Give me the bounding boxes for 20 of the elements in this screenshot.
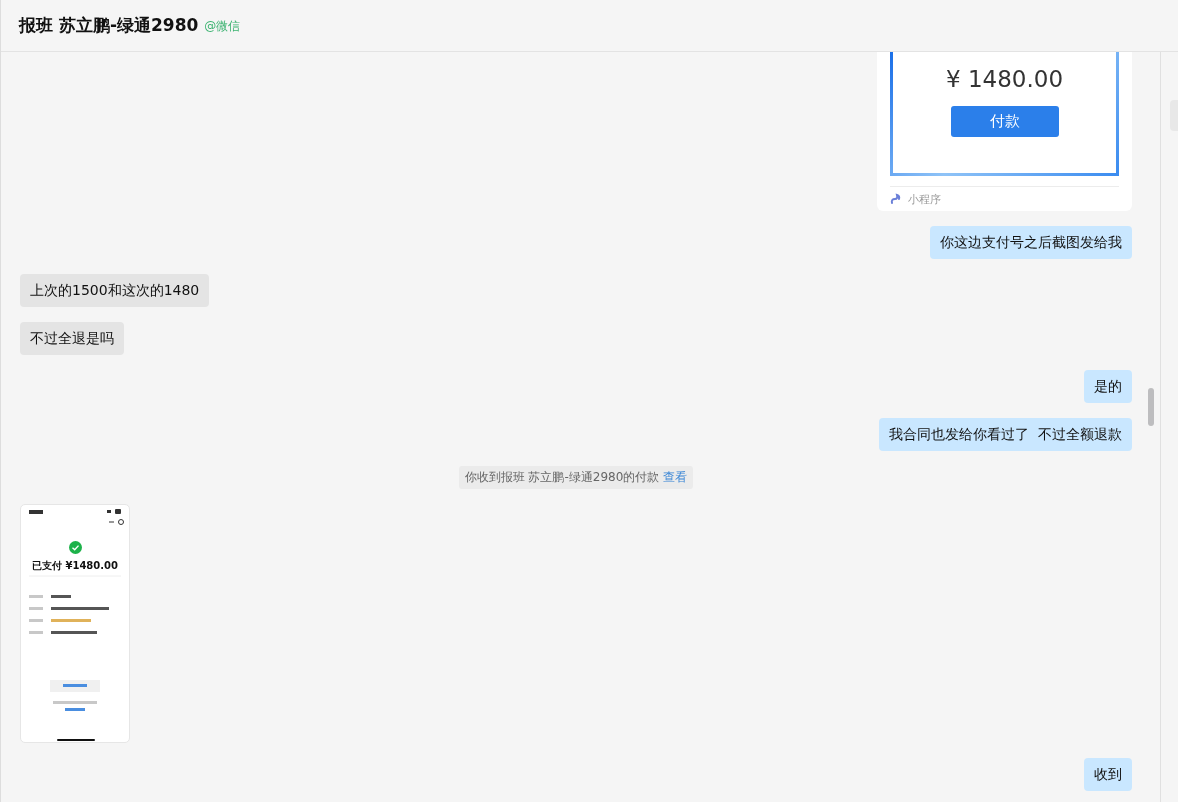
message-bubble: 我合同也发给你看过了 不过全额退款 — [879, 418, 1132, 451]
scrollbar-thumb[interactable] — [1148, 388, 1154, 426]
message-bubble: 是的 — [1084, 370, 1132, 403]
source-tag: @微信 — [204, 18, 241, 35]
payment-card[interactable]: ¥ 1480.00 付款 小程序 — [877, 52, 1132, 211]
message-bubble: 不过全退是吗 — [20, 322, 124, 355]
message-bubble: 收到 — [1084, 758, 1132, 791]
chat-title: 报班 苏立鹏-绿通2980 — [19, 14, 199, 37]
paid-status: 已支付 ¥1480.00 — [32, 559, 118, 573]
payment-amount: ¥ 1480.00 — [945, 66, 1064, 92]
check-icon — [68, 541, 82, 554]
home-indicator — [57, 739, 95, 741]
link-icon — [890, 193, 902, 205]
pay-button[interactable]: 付款 — [950, 106, 1059, 137]
message-bubble: 上次的1500和这次的1480 — [20, 274, 210, 307]
battery-icon — [107, 509, 121, 514]
notice-text: 你收到报班 苏立鹏-绿通2980的付款 — [464, 469, 660, 486]
message-bubble: 你这边支付号之后截图发给我 — [930, 226, 1132, 259]
miniprogram-label: 小程序 — [908, 191, 941, 207]
payment-screenshot[interactable]: 已支付 ¥1480.00 — [20, 504, 130, 743]
